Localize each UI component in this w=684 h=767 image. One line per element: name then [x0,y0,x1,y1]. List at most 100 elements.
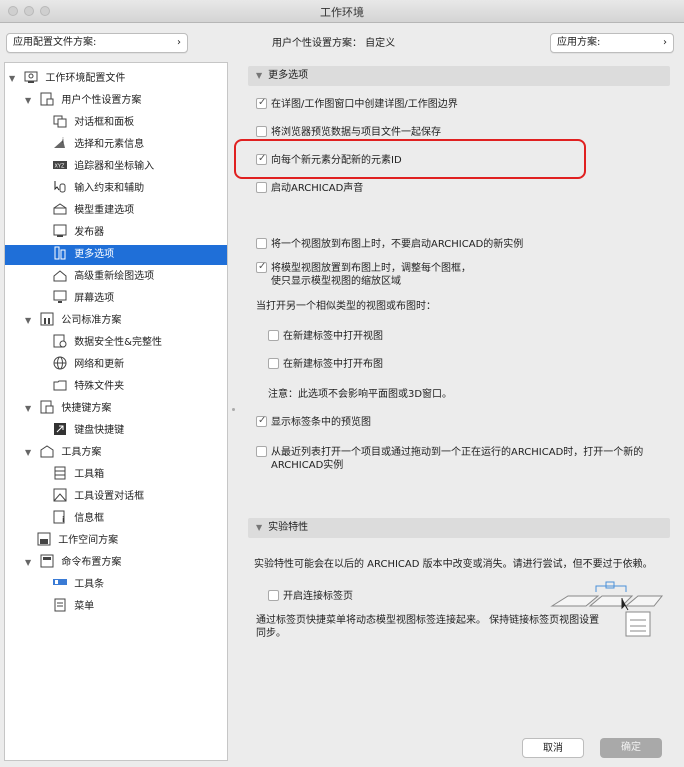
option-open-new-instance[interactable]: 从最近列表打开一个项目或通过拖动到一个正在运行的ARCHICAD时，打开一个新的… [256,446,643,472]
option-fit-drawing-frame[interactable]: 将模型视图放置到布图上时，调整每个图框， 使只显示模型视图的缩放区域 [256,260,471,288]
tree-item-network[interactable]: 网络和更新 [53,355,124,375]
collapse-triangle-icon[interactable]: ▼ [256,523,262,532]
option-create-detail-boundary[interactable]: 在详图/工作图窗口中创建详图/工作图边界 [256,96,458,111]
checkbox[interactable] [256,96,267,109]
cancel-button[interactable]: 取消 [522,738,584,758]
tracker-icon: XYZ [53,161,67,170]
tree-item-info-box[interactable]: i 信息框 [53,509,104,529]
checkbox[interactable] [268,358,279,369]
company-standards-icon [40,312,54,326]
checkbox[interactable] [268,330,279,341]
chevron-right-icon: › [663,37,667,48]
option-label: 将浏览器预览数据与项目文件一起保存 [271,127,441,138]
option-label: 显示标签条中的预览图 [271,417,371,428]
section-title: 实验特性 [268,522,309,533]
tree-item-label: 工具箱 [74,469,105,480]
disclosure-triangle-icon[interactable]: ▼ [25,399,37,419]
tree-item-screen[interactable]: 屏幕选项 [53,289,114,309]
disclosure-triangle-icon[interactable]: ▼ [9,69,21,89]
checkbox[interactable] [256,414,267,427]
folder-icon [53,380,67,391]
publisher-icon [53,224,67,237]
option-label: 在详图/工作图窗口中创建详图/工作图边界 [271,99,458,110]
option-label-line1: 将模型视图放置到布图上时，调整每个图框， [271,263,471,274]
profile-scheme-popup[interactable]: 应用配置文件方案: › [6,33,188,53]
apply-scheme-label: 应用方案: [557,37,601,48]
tree-item-data-safety[interactable]: 数据安全性&完整性 [53,333,162,353]
tree-item-constraints[interactable]: 输入约束和辅助 [53,179,144,199]
tree-item-publisher[interactable]: 发布器 [53,223,104,243]
experimental-header[interactable]: ▼ 实验特性 [248,518,670,538]
window-title: 工作环境 [320,6,364,19]
option-label: 将一个视图放到布图上时，不要启动ARCHICAD的新实例 [271,239,524,250]
option-open-layout-new-tab[interactable]: 在新建标签中打开布图 [268,358,383,371]
tree-item-label: 信息框 [74,513,105,524]
split-handle-icon[interactable] [232,408,235,411]
tree-item-tool-settings[interactable]: 工具设置对话框 [53,487,144,507]
option-link-tabs[interactable]: 开启连接标签页 [268,590,353,603]
tree-item-redraw[interactable]: 高级重新绘图选项 [53,267,154,287]
tree-item-special-folders[interactable]: 特殊文件夹 [53,377,124,397]
dialog-panels-icon [53,115,67,128]
tree-item-toolbars[interactable]: 工具条 [53,575,104,595]
tools-scheme-icon [40,445,54,458]
option-label: 在新建标签中打开布图 [283,359,383,370]
tree-item-keyboard[interactable]: 键盘快捷键 [53,421,124,441]
cursor-constraint-icon [54,181,66,193]
checkbox[interactable] [256,260,267,273]
chevron-right-icon: › [177,37,181,48]
workspace-profile-icon [24,71,38,83]
globe-icon [53,356,67,370]
tree-shortcuts[interactable]: ▼ 快捷键方案 [25,399,111,419]
checkbox[interactable] [256,238,267,249]
tree-commands[interactable]: ▼ 命令布置方案 [25,553,121,573]
disclosure-triangle-icon[interactable]: ▼ [25,91,37,111]
tree-item-label: 发布器 [74,227,105,238]
user-prefs-icon [40,92,54,106]
menu-icon [54,598,66,612]
checkbox[interactable] [268,590,279,601]
apply-scheme-popup[interactable]: 应用方案: › [550,33,674,53]
more-options-header[interactable]: ▼ 更多选项 [248,66,670,86]
workspace-scheme-icon [37,532,51,546]
tree-user-prefs[interactable]: ▼ 用户个性设置方案 [25,91,141,111]
tree-company[interactable]: ▼ 公司标准方案 [25,311,121,331]
tree-workspace[interactable]: 工作空间方案 [37,531,118,551]
disclosure-triangle-icon[interactable]: ▼ [25,311,37,331]
dialog-footer: 取消 确定 [238,734,684,767]
tree-item-tracker[interactable]: XYZ 追踪器和坐标输入 [53,157,154,177]
profile-tree: ▼ 工作环境配置文件 ▼ 用户个性设置方案 对话框和面板 i 选择和元素信息 X… [4,62,228,761]
tree-tools[interactable]: ▼ 工具方案 [25,443,101,463]
option-tab-preview[interactable]: 显示标签条中的预览图 [256,414,371,429]
tree-item-menus[interactable]: 菜单 [53,597,94,617]
ok-button[interactable]: 确定 [600,738,662,758]
option-open-view-new-tab[interactable]: 在新建标签中打开视图 [268,330,383,343]
option-no-new-instance[interactable]: 将一个视图放到布图上时，不要启动ARCHICAD的新实例 [256,238,523,251]
tree-item-label: 高级重新绘图选项 [74,271,155,282]
option-save-preview-data[interactable]: 将浏览器预览数据与项目文件一起保存 [256,126,441,139]
tree-user-prefs-label: 用户个性设置方案 [61,95,142,106]
tree-item-more-options[interactable]: 更多选项 [5,245,227,265]
option-archicad-sound[interactable]: 启动ARCHICAD声音 [256,182,363,195]
checkbox[interactable] [256,126,267,137]
tree-root[interactable]: ▼ 工作环境配置文件 [9,69,125,89]
tree-item-rebuild[interactable]: 模型重建选项 [53,201,134,221]
tree-item-label: 模型重建选项 [74,205,135,216]
title-bar: 工作环境 [0,0,684,23]
checkbox[interactable] [256,446,267,457]
open-similar-label: 当打开另一个相似类型的视图或布图时： [256,301,436,312]
screen-icon [53,290,67,303]
tree-item-selection[interactable]: i 选择和元素信息 [53,135,144,155]
option-label: 开启连接标签页 [283,591,353,602]
svg-text:XYZ: XYZ [55,164,65,170]
tree-item-toolbox[interactable]: 工具箱 [53,465,104,485]
tree-item-label: 工具设置对话框 [74,491,145,502]
checkbox[interactable] [256,182,267,193]
collapse-triangle-icon[interactable]: ▼ [256,71,262,80]
tree-tools-label: 工具方案 [61,447,102,458]
disclosure-triangle-icon[interactable]: ▼ [25,553,37,573]
option-label-line2: ARCHICAD实例 [271,460,344,471]
annotation-highlight-box [234,139,586,179]
tree-item-dialogs[interactable]: 对话框和面板 [53,113,134,133]
disclosure-triangle-icon[interactable]: ▼ [25,443,37,463]
